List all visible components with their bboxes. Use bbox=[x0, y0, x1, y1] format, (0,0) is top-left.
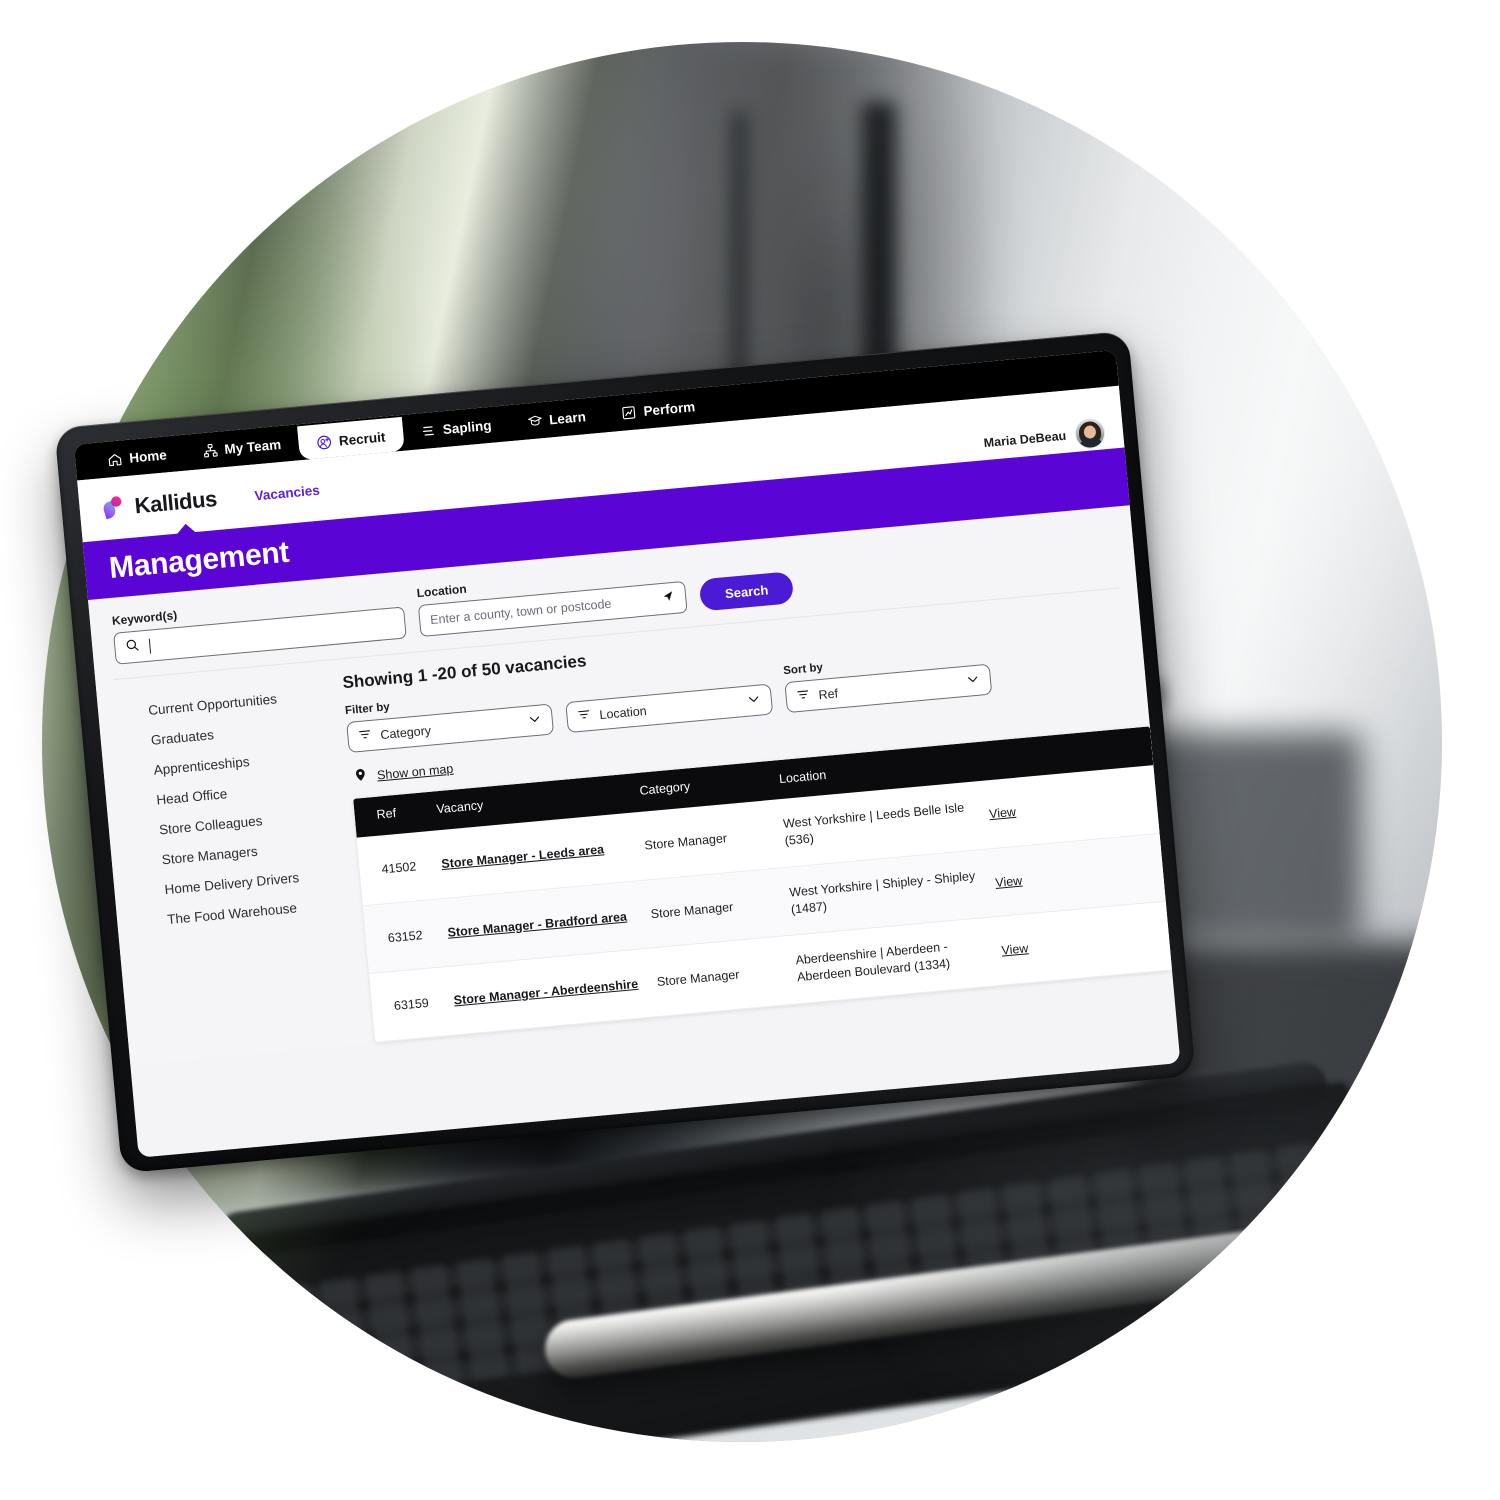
location-field-group: Location Enter a county, town or postcod… bbox=[416, 562, 688, 638]
screenshot-stage: Home My Team Recruit Sapling Learn Perfo… bbox=[0, 0, 1500, 1500]
product-nav: Vacancies bbox=[254, 482, 320, 503]
brand-logo[interactable]: Kallidus bbox=[99, 486, 218, 524]
search-icon bbox=[125, 637, 141, 657]
show-on-map-link[interactable]: Show on map bbox=[376, 762, 453, 783]
vacancy-link[interactable]: Store Manager - Leeds area bbox=[441, 842, 605, 871]
vacancy-link[interactable]: Store Manager - Aberdeenshire bbox=[453, 977, 639, 1008]
page-body: Keyword(s) Location Enter a county, town… bbox=[88, 505, 1173, 1066]
location-arrow-icon[interactable] bbox=[659, 588, 676, 609]
user-name: Maria DeBeau bbox=[983, 428, 1067, 451]
cell-location: West Yorkshire | Shipley - Shipley (1487… bbox=[788, 868, 976, 917]
filter-icon bbox=[358, 727, 372, 744]
sort-value: Ref bbox=[817, 685, 839, 702]
product-nav-vacancies[interactable]: Vacancies bbox=[254, 482, 320, 503]
app-tab-label: Perform bbox=[642, 398, 696, 419]
category-sidebar: Current Opportunities Graduates Apprenti… bbox=[119, 675, 362, 1064]
view-link[interactable]: View bbox=[1001, 942, 1029, 958]
view-link[interactable]: View bbox=[988, 805, 1016, 821]
location-placeholder: Enter a county, town or postcode bbox=[429, 596, 612, 628]
home-icon bbox=[107, 451, 123, 467]
app-tab-label: Sapling bbox=[442, 417, 493, 437]
filter-location-group: . Location bbox=[564, 667, 774, 734]
cell-ref: 41502 bbox=[380, 859, 417, 877]
results-panel: Showing 1 -20 of 50 vacancies Filter by … bbox=[342, 603, 1173, 1043]
cell-vacancy: Store Manager - Leeds area bbox=[437, 838, 645, 871]
cell-location: Aberdeenshire | Aberdeen - Aberdeen Boul… bbox=[794, 939, 951, 985]
chevron-down-icon bbox=[746, 692, 761, 710]
cell-category: Store Manager bbox=[643, 830, 728, 853]
app-tab-label: Recruit bbox=[338, 428, 386, 449]
cell-action: View bbox=[995, 869, 1068, 889]
keyword-field-group: Keyword(s) bbox=[111, 588, 407, 665]
recruit-badge-icon bbox=[316, 434, 332, 450]
cell-ref: 63159 bbox=[393, 996, 430, 1014]
cell-vacancy: Store Manager - Bradford area bbox=[443, 907, 651, 940]
filter-location-select[interactable]: Location bbox=[565, 683, 774, 734]
column-header-ref: Ref bbox=[376, 806, 397, 822]
cell-action: View bbox=[1001, 937, 1074, 958]
view-link[interactable]: View bbox=[995, 873, 1023, 889]
sapling-icon bbox=[420, 422, 436, 438]
app-tab-label: Home bbox=[128, 446, 168, 466]
kallidus-logo-icon bbox=[99, 494, 127, 523]
filter-by-group: Filter by Category bbox=[345, 687, 555, 754]
stylus bbox=[541, 1220, 1333, 1382]
tablet-device: Home My Team Recruit Sapling Learn Perfo… bbox=[54, 330, 1196, 1174]
avatar bbox=[1073, 417, 1107, 450]
graduation-cap-icon bbox=[527, 413, 543, 429]
app-tab-label: Learn bbox=[548, 408, 587, 427]
chevron-down-icon bbox=[965, 672, 980, 690]
cell-category: Store Manager bbox=[650, 899, 734, 921]
cell-location: West Yorkshire | Leeds Belle Isle (536) bbox=[782, 800, 965, 848]
cell-action: View bbox=[988, 801, 1061, 821]
vacancy-link[interactable]: Store Manager - Bradford area bbox=[447, 909, 627, 939]
active-nav-pointer bbox=[175, 522, 197, 535]
text-cursor bbox=[148, 638, 152, 654]
filter-category-value: Category bbox=[379, 723, 432, 742]
page-title: Management bbox=[107, 535, 291, 585]
brand-name: Kallidus bbox=[133, 486, 218, 519]
org-chart-icon bbox=[202, 442, 218, 458]
chart-icon bbox=[621, 404, 637, 420]
map-pin-icon bbox=[352, 765, 369, 788]
keyboard-keys bbox=[229, 1141, 1335, 1413]
filter-icon bbox=[796, 688, 810, 705]
filter-location-value: Location bbox=[598, 703, 648, 722]
filter-icon bbox=[577, 708, 591, 725]
cell-category: Store Manager bbox=[656, 967, 740, 990]
cell-vacancy: Store Manager - Aberdeenshire bbox=[449, 975, 657, 1008]
sort-by-group: Sort by Ref bbox=[783, 647, 993, 714]
chevron-down-icon bbox=[527, 711, 542, 729]
search-button[interactable]: Search bbox=[698, 571, 795, 612]
app-tab-label: My Team bbox=[223, 436, 282, 457]
tablet-screen: Home My Team Recruit Sapling Learn Perfo… bbox=[73, 349, 1181, 1158]
column-header-category: Category bbox=[638, 779, 691, 798]
column-header-action bbox=[984, 746, 1057, 769]
background-desk bbox=[82, 1192, 1442, 1442]
cell-ref: 63152 bbox=[387, 927, 424, 945]
